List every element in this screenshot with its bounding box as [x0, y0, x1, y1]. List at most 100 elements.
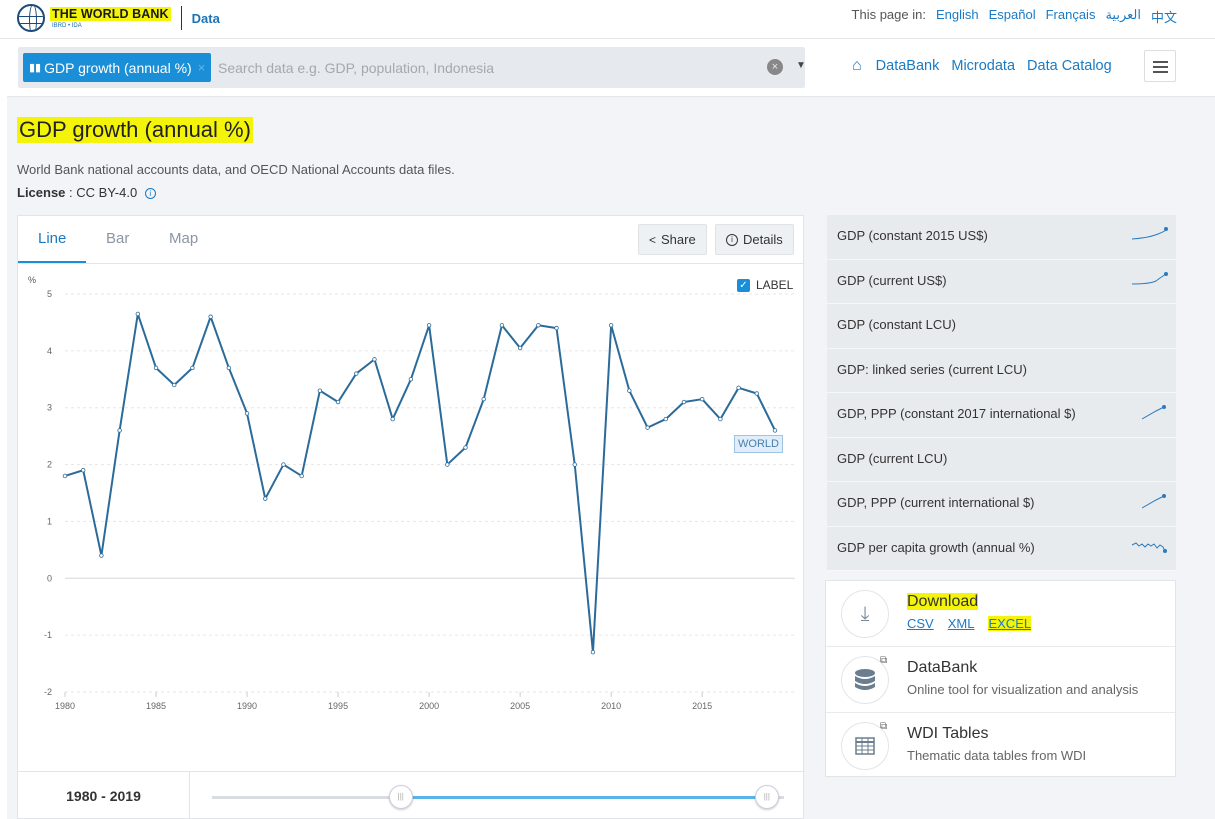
related-indicator-item[interactable]: GDP: linked series (current LCU) — [827, 348, 1176, 393]
download-links: CSV XML EXCEL — [907, 616, 1032, 631]
data-point — [153, 365, 159, 371]
label-toggle-text: LABEL — [756, 278, 794, 292]
data-point — [190, 365, 195, 371]
related-indicator-item[interactable]: GDP (current US$) — [827, 259, 1176, 304]
bar-chart-icon: ▮▮ — [29, 62, 42, 74]
info-icon[interactable]: i — [144, 188, 156, 199]
data-point — [62, 473, 68, 479]
year-range-slider[interactable]: ||| ||| — [212, 785, 784, 809]
page-description: World Bank national accounts data, and O… — [17, 162, 455, 177]
year-range-bar: 1980 - 2019 ||| ||| — [18, 771, 803, 819]
nav-databank[interactable]: DataBank — [876, 58, 940, 74]
data-point — [590, 650, 596, 655]
y-axis-unit-label: % — [28, 275, 36, 285]
related-indicator-label: GDP (current US$) — [837, 272, 947, 288]
clear-search-icon[interactable]: × — [767, 59, 783, 75]
sparkline-icon — [1131, 541, 1167, 553]
section-data-link[interactable]: Data — [192, 11, 220, 26]
x-tick-label: 1990 — [237, 701, 257, 711]
license-value[interactable]: : CC BY-4.0 — [65, 185, 140, 200]
lang-spanish[interactable]: Español — [989, 7, 1036, 26]
search-box[interactable]: ▮▮ GDP growth (annual %) × × ▼ — [18, 47, 806, 88]
y-tick-label: 2 — [47, 460, 52, 470]
related-indicator-label: GDP, PPP (constant 2017 international $) — [837, 406, 1076, 421]
dropdown-icon[interactable]: ▼ — [796, 60, 806, 71]
indicator-chip[interactable]: ▮▮ GDP growth (annual %) × — [23, 53, 212, 82]
related-indicator-label: GDP (constant 2015 US$) — [837, 228, 988, 243]
slider-handle-end[interactable]: ||| — [754, 785, 779, 809]
related-indicator-item[interactable]: GDP, PPP (current international $) — [827, 482, 1176, 527]
logo-subtitle: IBRD • IDA — [52, 23, 82, 30]
logo-divider — [180, 6, 182, 30]
databank-row[interactable]: ⧉ DataBank Online tool for visualization… — [826, 647, 1175, 713]
data-point — [299, 473, 304, 479]
language-switcher: This page in: English Español Français ا… — [852, 7, 1177, 26]
world-bank-logo[interactable]: THE WORLD BANK IBRD • IDA Data — [17, 3, 220, 33]
page-title: GDP growth (annual %) — [17, 117, 253, 143]
data-point — [81, 468, 86, 473]
chip-close-icon[interactable]: × — [198, 60, 206, 75]
checkbox-checked-icon: ✓ — [737, 278, 750, 292]
lang-english[interactable]: English — [936, 7, 979, 26]
home-icon[interactable]: ⌂ — [852, 57, 862, 75]
download-csv-link[interactable]: CSV — [907, 616, 934, 631]
data-point — [426, 323, 432, 328]
sparkline-icon — [1131, 271, 1168, 284]
x-tick-label: 1995 — [328, 701, 348, 711]
data-point — [99, 553, 104, 558]
data-point — [390, 416, 395, 422]
x-tick-label: 1985 — [146, 701, 166, 711]
lang-french[interactable]: Français — [1046, 7, 1096, 26]
related-indicator-label: GDP, PPP (current international $) — [837, 495, 1035, 510]
data-point — [645, 425, 650, 430]
related-indicator-item[interactable]: GDP (constant LCU) — [827, 304, 1176, 349]
databank-title[interactable]: DataBank — [907, 659, 977, 677]
data-point — [517, 345, 523, 351]
tab-line[interactable]: Line — [38, 230, 66, 247]
slider-fill — [400, 796, 767, 799]
related-indicators: GDP (constant 2015 US$) GDP (current US$)… — [827, 215, 1176, 571]
chip-label: GDP growth (annual %) — [44, 59, 192, 76]
license-label: License — [17, 185, 66, 200]
search-row: ▮▮ GDP growth (annual %) × × ▼ ⌂ DataBan… — [7, 39, 1215, 97]
label-toggle[interactable]: ✓ LABEL — [737, 278, 793, 292]
wdi-tables-subtitle: Thematic data tables from WDI — [907, 748, 1087, 763]
sparkline-icon — [1131, 227, 1168, 240]
related-indicator-item[interactable]: GDP per capita growth (annual %) — [827, 526, 1176, 571]
related-indicator-item[interactable]: GDP, PPP (constant 2017 international $) — [827, 393, 1176, 438]
x-tick-label: 2005 — [510, 701, 530, 711]
wdi-tables-row[interactable]: ⧉ WDI Tables Thematic data tables from W… — [826, 713, 1175, 779]
wdi-tables-title[interactable]: WDI Tables — [907, 725, 989, 743]
hamburger-menu-button[interactable] — [1144, 50, 1176, 82]
series-label: WORLD — [734, 435, 783, 453]
download-excel-link[interactable]: EXCEL — [988, 616, 1032, 631]
x-tick-label: 2000 — [419, 701, 439, 711]
tab-bar[interactable]: Bar — [106, 230, 129, 247]
data-point — [408, 377, 414, 382]
data-point — [572, 462, 577, 467]
data-point — [335, 399, 341, 405]
related-indicator-item[interactable]: GDP (constant 2015 US$) — [827, 215, 1176, 260]
details-button[interactable]: i Details — [715, 224, 794, 255]
top-nav: ⌂ DataBank Microdata Data Catalog — [852, 57, 1112, 75]
chart-card: Line Bar Map < Share i Details % 5 4 3 2 1 0 -1… — [17, 215, 804, 819]
share-button[interactable]: < Share — [638, 224, 707, 255]
external-link-icon: ⧉ — [880, 721, 888, 732]
slider-handle-start[interactable]: ||| — [388, 785, 413, 809]
related-indicator-label: GDP per capita growth (annual %) — [837, 539, 1035, 555]
data-point — [536, 323, 541, 328]
lang-chinese[interactable]: 中文 — [1151, 7, 1177, 26]
search-input[interactable] — [218, 47, 748, 88]
data-point — [699, 396, 705, 402]
lang-arabic[interactable]: العربية — [1105, 7, 1141, 26]
tab-map[interactable]: Map — [169, 230, 198, 247]
nav-microdata[interactable]: Microdata — [951, 58, 1015, 74]
data-point — [608, 323, 614, 328]
external-link-icon: ⧉ — [880, 655, 888, 666]
details-label: Details — [743, 232, 783, 247]
download-xml-link[interactable]: XML — [948, 616, 975, 631]
nav-data-catalog[interactable]: Data Catalog — [1027, 58, 1112, 74]
chart-tabs: Line Bar Map < Share i Details — [18, 216, 803, 264]
related-indicator-item[interactable]: GDP (current LCU) — [827, 437, 1176, 482]
share-label: Share — [661, 232, 696, 247]
